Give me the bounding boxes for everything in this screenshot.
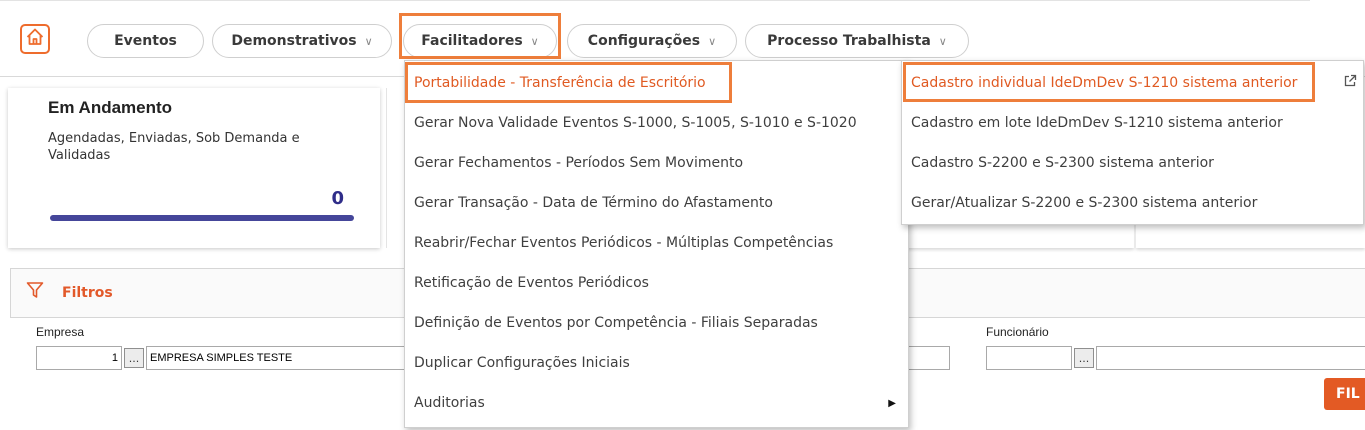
card-title: Em Andamento <box>48 98 173 117</box>
home-button[interactable] <box>20 24 50 54</box>
funcionario-code-input[interactable] <box>986 346 1072 370</box>
cadastro-individual-highlight <box>903 62 1315 102</box>
menu-item-retificacao[interactable]: Retificação de Eventos Periódicos <box>405 263 908 303</box>
nav-processo-trabalhista[interactable]: Processo Trabalhista ∨ <box>745 24 969 58</box>
empresa-code-input[interactable]: 1 <box>36 346 122 370</box>
facilitadores-menu: Portabilidade - Transferência de Escritó… <box>404 60 909 428</box>
funcionario-lookup-button[interactable]: ... <box>1074 348 1094 368</box>
filter-button[interactable]: FIL <box>1324 378 1365 410</box>
empresa-name-input[interactable]: EMPRESA SIMPLES TESTE <box>146 346 406 370</box>
portabilidade-highlight <box>405 62 732 103</box>
home-icon <box>25 27 45 51</box>
menu-item-gerar-transacao[interactable]: Gerar Transação - Data de Término do Afa… <box>405 183 908 223</box>
card-subtitle: Agendadas, Enviadas, Sob Demanda e Valid… <box>48 131 300 163</box>
menu-item-reabrir-fechar[interactable]: Reabrir/Fechar Eventos Periódicos - Múlt… <box>405 223 908 263</box>
chevron-down-icon: ∨ <box>938 34 947 48</box>
empresa-lookup-button[interactable]: ... <box>124 348 144 368</box>
filter-icon <box>26 281 44 303</box>
card-em-andamento[interactable]: Em Andamento Agendadas, Enviadas, Sob De… <box>8 88 380 248</box>
filters-title: Filtros <box>62 285 113 301</box>
nav-eventos-label: Eventos <box>114 33 177 49</box>
submenu-item-gerar-atualizar[interactable]: Gerar/Atualizar S-2200 e S-2300 sistema … <box>902 183 1363 223</box>
card-progress-bar <box>50 215 354 221</box>
card-secondary <box>386 88 405 248</box>
submenu-arrow-icon: ▶ <box>888 397 896 409</box>
nav-processo-trabalhista-label: Processo Trabalhista <box>767 33 931 49</box>
nav-configuracoes-label: Configurações <box>587 33 701 49</box>
nav-demonstrativos[interactable]: Demonstrativos ∨ <box>212 24 392 58</box>
menu-item-duplicar-configuracoes[interactable]: Duplicar Configurações Iniciais <box>405 343 908 383</box>
empresa-label: Empresa <box>36 325 85 339</box>
field-middle-input[interactable] <box>906 346 950 370</box>
funcionario-name-input[interactable] <box>1096 346 1365 370</box>
nav-configuracoes[interactable]: Configurações ∨ <box>567 24 737 58</box>
top-divider <box>0 0 1310 1</box>
nav-eventos[interactable]: Eventos <box>87 24 204 58</box>
submenu-item-cadastro-s2200[interactable]: Cadastro S-2200 e S-2300 sistema anterio… <box>902 143 1363 183</box>
menu-item-auditorias[interactable]: Auditorias ▶ <box>405 383 908 423</box>
chevron-down-icon: ∨ <box>708 34 717 48</box>
menu-item-definicao-eventos[interactable]: Definição de Eventos por Competência - F… <box>405 303 908 343</box>
nav-demonstrativos-label: Demonstrativos <box>231 33 357 49</box>
external-link-icon[interactable] <box>1343 73 1357 92</box>
menu-item-auditorias-label: Auditorias <box>414 395 485 411</box>
chevron-down-icon: ∨ <box>364 34 373 48</box>
menu-item-gerar-fechamentos[interactable]: Gerar Fechamentos - Períodos Sem Movimen… <box>405 143 908 183</box>
submenu-item-cadastro-lote[interactable]: Cadastro em lote IdeDmDev S-1210 sistema… <box>902 103 1363 143</box>
funcionario-label: Funcionário <box>986 325 1049 339</box>
menu-item-gerar-nova-validade[interactable]: Gerar Nova Validade Eventos S-1000, S-10… <box>405 103 908 143</box>
facilitadores-highlight <box>399 13 561 59</box>
card-count: 0 <box>331 188 344 209</box>
